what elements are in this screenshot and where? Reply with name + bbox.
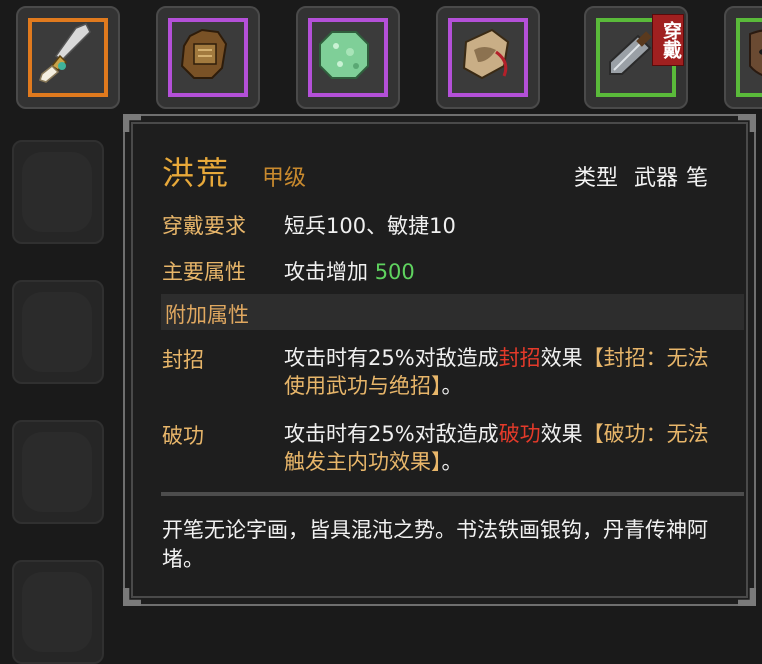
effect-text-pre: 攻击时有25%对敌造成 xyxy=(284,422,499,446)
tooltip-corner-ornament xyxy=(123,114,141,132)
item-type-sub: 笔 xyxy=(685,166,708,191)
effect-text-mid: 效果 xyxy=(540,422,583,446)
inventory-slot-4[interactable] xyxy=(436,6,540,109)
inventory-slot-empty-3[interactable] xyxy=(12,420,104,524)
equip-requirement-value: 短兵100、敏捷10 xyxy=(284,214,456,238)
jade-icon xyxy=(319,31,369,79)
tooltip-corner-ornament xyxy=(738,588,756,606)
equipped-badge: 穿戴 xyxy=(652,14,684,66)
extra-attributes-header-label: 附加属性 xyxy=(165,303,249,327)
item-grade: 甲级 xyxy=(262,166,307,191)
inventory-slot-1[interactable] xyxy=(16,6,120,109)
inventory-slot-2[interactable] xyxy=(156,6,260,109)
effect-keyword: 破功 xyxy=(498,422,541,446)
brush-icon xyxy=(39,23,91,83)
effect-label: 破功 xyxy=(162,424,204,448)
tooltip-corner-ornament xyxy=(738,114,756,132)
main-attribute-text: 攻击增加 xyxy=(284,260,368,284)
gourd-icon xyxy=(462,28,510,80)
item-flavor-text: 开笔无论字画，皆具混沌之势。书法铁画银钩，丹青传神阿堵。 xyxy=(162,518,708,571)
mask-icon xyxy=(749,29,762,77)
effect-text-end: 。 xyxy=(441,450,463,474)
item-type-label: 类型 xyxy=(573,166,618,191)
extra-attributes-header: 附加属性 xyxy=(161,294,744,330)
effect-description: 攻击时有25%对敌造成破功效果【破功：无法触发主内功效果】。 xyxy=(284,420,724,476)
inventory-slot-3[interactable] xyxy=(296,6,400,109)
effect-description: 攻击时有25%对敌造成封招效果【封招：无法使用武功与绝招】。 xyxy=(284,344,724,400)
main-attribute-label: 主要属性 xyxy=(162,260,246,284)
effect-keyword: 封招 xyxy=(498,346,541,370)
item-type: 类型 武器笔 xyxy=(574,160,708,192)
inventory-slot-empty-1[interactable] xyxy=(12,140,104,244)
tooltip-corner-ornament xyxy=(123,588,141,606)
tooltip-divider xyxy=(161,492,744,496)
item-type-value: 武器 xyxy=(633,166,678,191)
main-attribute-number: 500 xyxy=(374,260,415,284)
equip-requirement-label: 穿戴要求 xyxy=(162,214,246,238)
item-name: 洪荒 xyxy=(162,154,231,192)
inventory-slot-5[interactable]: 穿戴 xyxy=(584,6,688,109)
inventory-slot-empty-2[interactable] xyxy=(12,280,104,384)
main-attribute-value: 攻击增加 500 xyxy=(284,256,415,286)
effect-text-pre: 攻击时有25%对敌造成 xyxy=(284,346,499,370)
effect-label: 封招 xyxy=(162,348,204,372)
effect-text-end: 。 xyxy=(441,374,463,398)
item-tooltip: 洪荒 甲级 类型 武器笔 穿戴要求 短兵100、敏捷10 主要属性 攻击增加 50… xyxy=(123,114,756,606)
inventory-slot-empty-4[interactable] xyxy=(12,560,104,664)
armor-icon xyxy=(180,28,228,79)
inventory-slot-6[interactable] xyxy=(724,6,762,109)
effect-text-mid: 效果 xyxy=(540,346,583,370)
